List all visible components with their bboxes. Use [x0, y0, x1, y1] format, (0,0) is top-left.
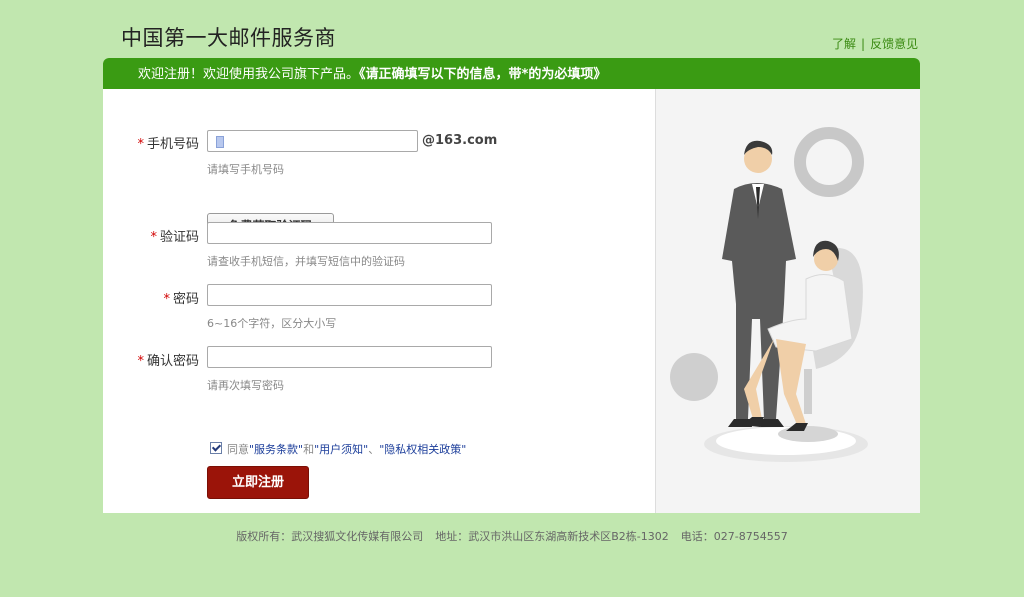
agreement-row: 同意"服务条款"和"用户须知"、"隐私权相关政策" — [210, 441, 466, 457]
page-footer: 版权所有：武汉搜狐文化传媒有限公司 地址：武汉市洪山区东湖高新技术区B2栋-130… — [0, 528, 1024, 544]
banner-emphasis: 《请正确填写以下的信息，带*的为必填项》 — [359, 67, 607, 82]
password-label: * 密码 — [163, 292, 199, 307]
code-hint: 请查收手机短信，并填写短信中的验证码 — [207, 255, 405, 268]
confirm-password-hint: 请再次填写密码 — [207, 379, 284, 392]
footer-phone: 电话：027-8754557 — [680, 530, 788, 543]
confirm-password-input[interactable] — [207, 346, 492, 368]
password-input[interactable] — [207, 284, 492, 306]
privacy-policy-link[interactable]: "隐私权相关政策" — [379, 443, 466, 456]
register-button[interactable]: 立即注册 — [207, 466, 309, 499]
agree-and: 和 — [303, 443, 315, 456]
required-mark: * — [150, 230, 157, 245]
required-mark: * — [137, 354, 144, 369]
code-label: * 验证码 — [150, 230, 199, 245]
phone-input[interactable] — [207, 130, 418, 152]
banner-intro: 欢迎注册！欢迎使用我公司旗下产品。 — [138, 67, 360, 82]
agree-prefix: 同意 — [227, 443, 249, 456]
agree-checkbox[interactable] — [210, 442, 222, 454]
footer-address: 地址：武汉市洪山区东湖高新技术区B2栋-1302 — [435, 530, 669, 543]
email-domain-suffix: @163.com — [422, 133, 498, 148]
phone-label: * 手机号码 — [137, 137, 199, 152]
registration-panel: 欢迎注册！欢迎使用我公司旗下产品。《请正确填写以下的信息，带*的为必填项》 * 手… — [103, 58, 920, 513]
footer-copyright: 版权所有：武汉搜狐文化传媒有限公司 — [236, 530, 424, 543]
circle-decoration-icon — [670, 353, 718, 401]
agree-comma: 、 — [368, 443, 380, 456]
link-separator: | — [861, 37, 866, 51]
top-links: 了解 | 反馈意见 — [832, 35, 918, 52]
registration-form: *手机号码 @163.com 请填写手机号码 免费获取验证码 *验证码 请查收手… — [103, 89, 655, 513]
input-cursor-icon — [216, 136, 224, 148]
welcome-banner: 欢迎注册！欢迎使用我公司旗下产品。《请正确填写以下的信息，带*的为必填项》 — [103, 58, 920, 89]
terms-link[interactable]: "服务条款" — [249, 443, 303, 456]
confirm-password-label: * 确认密码 — [137, 354, 199, 369]
feedback-link[interactable]: 反馈意见 — [870, 37, 918, 51]
business-people-illustration — [670, 127, 868, 462]
ring-decoration-icon — [794, 127, 864, 197]
phone-hint: 请填写手机号码 — [207, 163, 284, 176]
brand-title: 中国第一大邮件服务商 — [121, 26, 336, 50]
code-input[interactable] — [207, 222, 492, 244]
password-hint: 6~16个字符，区分大小写 — [207, 317, 337, 330]
required-mark: * — [163, 292, 170, 307]
required-mark: * — [137, 137, 144, 152]
illustration-panel — [655, 89, 920, 513]
user-notice-link[interactable]: "用户须知" — [314, 443, 368, 456]
about-link[interactable]: 了解 — [832, 37, 856, 51]
